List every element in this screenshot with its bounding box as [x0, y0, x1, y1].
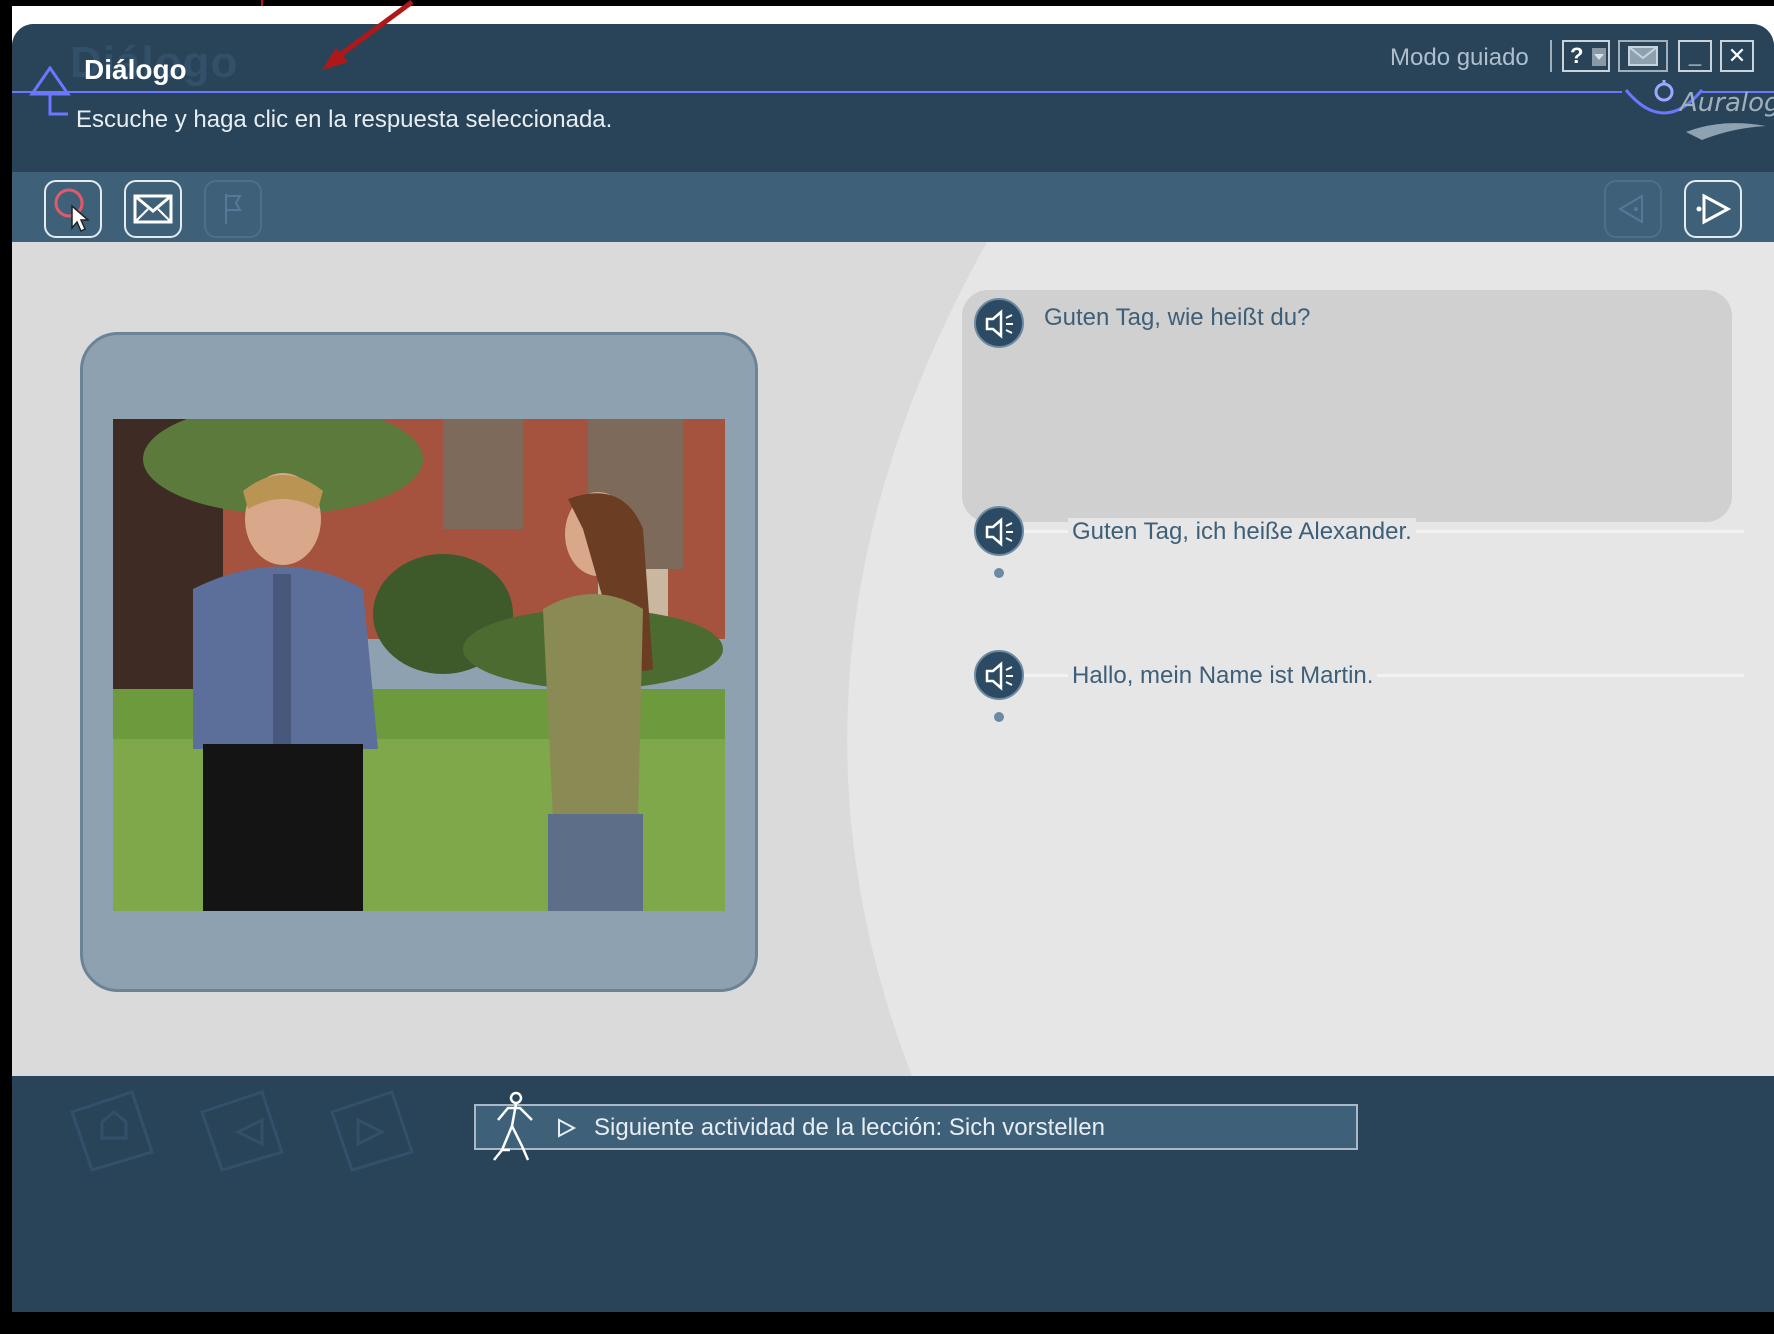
next-arrow-icon: [1696, 193, 1732, 225]
speaker-icon: [985, 661, 1013, 691]
triangle-marker-icon: [29, 66, 71, 116]
select-answer-button[interactable]: [44, 180, 102, 238]
next-button[interactable]: [1684, 180, 1742, 238]
help-button[interactable]: ?: [1562, 40, 1610, 72]
play-answer-2-button[interactable]: [974, 650, 1024, 700]
footer-bar: Siguiente actividad de la lección: Sich …: [12, 1076, 1774, 1316]
screen-left-edge: [0, 0, 12, 1334]
header-accent-line: [12, 91, 1622, 93]
play-answer-1-button[interactable]: [974, 506, 1024, 556]
help-label: ?: [1570, 43, 1584, 68]
screen-bottom-edge: [0, 1312, 1774, 1334]
prev-arrow-icon: [1618, 194, 1643, 224]
play-icon: [558, 1118, 577, 1138]
instruction-text: Escuche y haga clic en la respuesta sele…: [76, 106, 613, 133]
brand-swoosh-icon: [1686, 123, 1766, 140]
message-button[interactable]: [1618, 40, 1668, 72]
content-area: Guten Tag, wie heißt du? Guten Tag, ich …: [12, 242, 1774, 1076]
footer-nav-ghost-icons: [70, 1090, 414, 1172]
question-text: Guten Tag, wie heißt du?: [1044, 304, 1311, 331]
answer-text[interactable]: Hallo, mein Name ist Martin.: [1068, 662, 1378, 690]
app-window: Diálogo Diálogo Escuche y haga clic en l…: [12, 24, 1774, 1316]
answer-marker: [994, 568, 1004, 578]
dialog-video[interactable]: [113, 419, 725, 911]
answer-text[interactable]: Guten Tag, ich heiße Alexander.: [1068, 518, 1416, 546]
flag-icon: [225, 194, 242, 224]
mode-label[interactable]: Modo guiado: [1390, 44, 1529, 72]
select-pointer-icon: [54, 188, 90, 233]
next-activity-label: Siguiente actividad de la lección: Sich …: [594, 1114, 1105, 1141]
next-activity-button[interactable]: Siguiente actividad de la lección: Sich …: [474, 1091, 1358, 1161]
header-separator: [1550, 40, 1552, 72]
speaker-icon: [985, 517, 1013, 547]
envelope-icon: [1628, 46, 1658, 66]
speaker-icon: [985, 309, 1013, 339]
screen-top-edge: [0, 0, 1774, 6]
toolbar: [12, 172, 1774, 242]
chevron-down-icon: [1592, 48, 1606, 66]
answer-marker: [994, 712, 1004, 722]
answer-option-1[interactable]: Guten Tag, ich heiße Alexander.: [962, 506, 1744, 596]
mail-button[interactable]: [124, 180, 182, 238]
answer-option-2[interactable]: Hallo, mein Name ist Martin.: [962, 650, 1744, 740]
close-button[interactable]: ✕: [1720, 40, 1754, 72]
brand-logo: Auralog: [1680, 88, 1774, 118]
envelope-icon: [133, 194, 173, 224]
minimize-button[interactable]: _: [1678, 40, 1712, 72]
page-title: Diálogo: [84, 54, 187, 85]
play-question-button[interactable]: [974, 298, 1024, 348]
header: Diálogo Diálogo Escuche y haga clic en l…: [12, 24, 1774, 194]
question-bubble: Guten Tag, wie heißt du?: [962, 290, 1732, 522]
screen-frame: Diálogo Diálogo Escuche y haga clic en l…: [0, 0, 1774, 1334]
walking-person-icon: [493, 1091, 533, 1161]
previous-button[interactable]: [1604, 180, 1662, 238]
flag-button[interactable]: [204, 180, 262, 238]
video-panel: [80, 332, 758, 992]
